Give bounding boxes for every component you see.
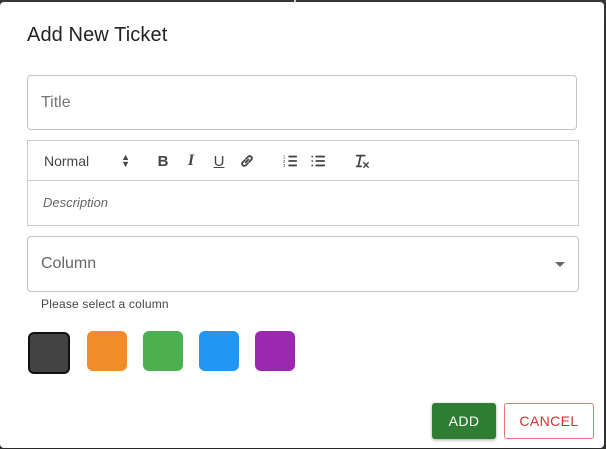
editor-toolbar: Normal ▲ ▼ B I U 1 2 3: [28, 141, 578, 181]
underline-button[interactable]: U: [207, 150, 231, 172]
bullet-list-button[interactable]: [306, 150, 330, 172]
description-editor: Normal ▲ ▼ B I U 1 2 3 Description: [27, 140, 579, 226]
dialog-title: Add New Ticket: [27, 24, 168, 46]
add-ticket-dialog: Add New Ticket Normal ▲▼ B I U: [0, 2, 604, 448]
italic-button[interactable]: I: [179, 150, 203, 172]
title-field[interactable]: [27, 75, 577, 130]
title-input[interactable]: [41, 94, 541, 112]
add-button[interactable]: ADD: [432, 403, 496, 439]
color-swatch-orange[interactable]: [87, 331, 127, 371]
bullet-list-icon: [311, 155, 326, 167]
bold-button[interactable]: B: [151, 150, 175, 172]
select-arrows-icon: ▲ ▼: [121, 152, 130, 169]
ordered-list-button[interactable]: 123: [278, 150, 302, 172]
clear-format-button[interactable]: [350, 150, 374, 172]
cancel-button[interactable]: CANCEL: [504, 403, 594, 439]
color-swatch-purple[interactable]: [255, 331, 295, 371]
clear-format-icon: [355, 154, 369, 168]
dropdown-arrow-icon: [555, 262, 565, 267]
header-format-value: Normal: [44, 153, 90, 169]
link-icon: [241, 155, 253, 167]
color-swatch-dark-gray[interactable]: [28, 332, 70, 374]
description-placeholder[interactable]: Description: [43, 195, 108, 210]
ordered-list-icon: 123: [283, 154, 298, 168]
column-helper-text: Please select a column: [41, 297, 169, 311]
color-swatch-green[interactable]: [143, 331, 183, 371]
link-button[interactable]: [235, 150, 259, 172]
column-select[interactable]: Column: [27, 236, 579, 292]
column-select-label: Column: [41, 255, 97, 272]
header-format-select[interactable]: Normal ▲ ▼: [44, 150, 130, 172]
color-swatch-blue[interactable]: [199, 331, 239, 371]
svg-text:3: 3: [283, 163, 286, 168]
